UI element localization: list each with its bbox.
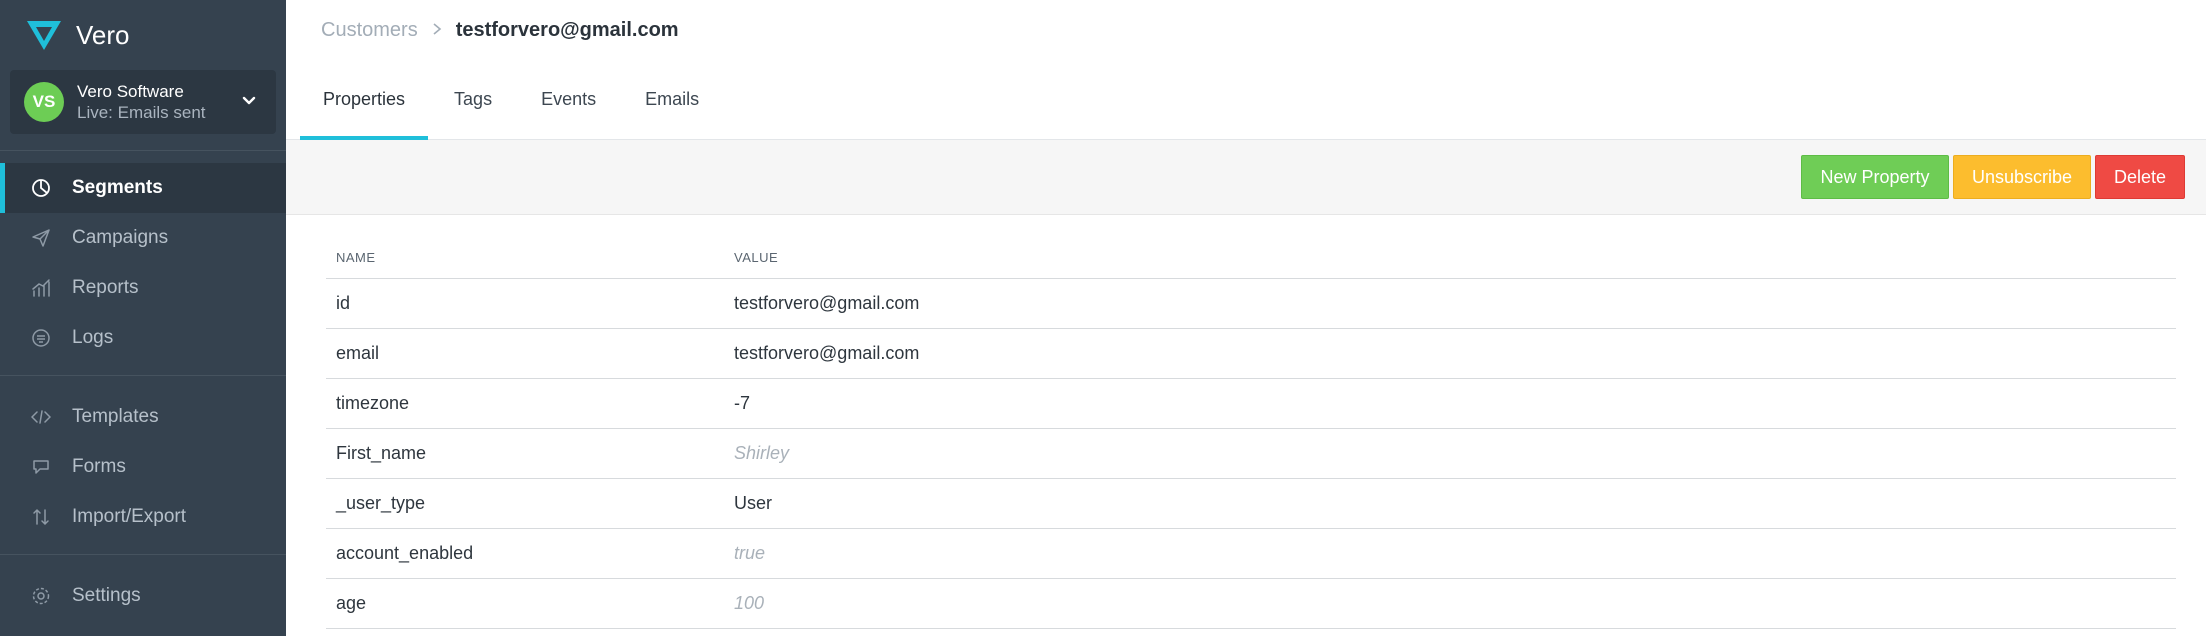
properties-table: NAME VALUE id testforvero@gmail.com emai…: [326, 244, 2176, 629]
sidebar-item-segments[interactable]: Segments: [0, 163, 286, 213]
tab-properties[interactable]: Properties: [300, 59, 429, 140]
sidebar-item-settings[interactable]: Settings: [0, 571, 286, 621]
property-name: First_name: [326, 428, 724, 479]
sidebar-item-campaigns[interactable]: Campaigns: [0, 213, 286, 263]
property-name: _user_type: [326, 478, 724, 529]
breadcrumb: Customers testforvero@gmail.com: [286, 0, 2206, 60]
chat-bubble-icon: [30, 456, 52, 478]
property-name: timezone: [326, 378, 724, 429]
sidebar-item-templates[interactable]: Templates: [0, 392, 286, 442]
brand[interactable]: Vero: [0, 0, 286, 70]
property-value: 100: [724, 578, 2176, 629]
breadcrumb-customers-link[interactable]: Customers: [321, 19, 418, 42]
account-status: Live: Emails sent: [77, 103, 206, 122]
sidebar-item-label: Segments: [72, 177, 163, 198]
sidebar-item-import-export[interactable]: Import/Export: [0, 492, 286, 542]
sidebar-divider: [0, 150, 286, 151]
action-toolbar: New Property Unsubscribe Delete: [286, 140, 2206, 215]
sidebar-item-label: Import/Export: [72, 506, 187, 527]
brand-name: Vero: [76, 19, 130, 50]
property-name: email: [326, 328, 724, 379]
property-value: testforvero@gmail.com: [724, 278, 2176, 329]
column-header-value: VALUE: [724, 244, 2176, 279]
pie-chart-icon: [30, 177, 52, 199]
sidebar-nav-secondary: Templates Forms Import/Export: [0, 392, 286, 542]
sidebar-item-label: Settings: [72, 585, 141, 606]
table-row: id testforvero@gmail.com: [326, 278, 2176, 329]
property-value: User: [724, 478, 2176, 529]
properties-table-container: NAME VALUE id testforvero@gmail.com emai…: [286, 244, 2206, 629]
sidebar-item-forms[interactable]: Forms: [0, 442, 286, 492]
tab-events[interactable]: Events: [518, 59, 619, 139]
sidebar-item-label: Campaigns: [72, 227, 169, 248]
tab-bar: Properties Tags Events Emails: [286, 60, 2206, 140]
property-name: id: [326, 278, 724, 329]
unsubscribe-button[interactable]: Unsubscribe: [1953, 155, 2091, 199]
sidebar-item-label: Logs: [72, 327, 114, 348]
sidebar-nav-settings: Settings: [0, 571, 286, 621]
table-header-row: NAME VALUE: [326, 244, 2176, 279]
sidebar-item-label: Forms: [72, 456, 126, 477]
tab-tags[interactable]: Tags: [431, 59, 515, 139]
delete-button[interactable]: Delete: [2095, 155, 2185, 199]
table-row: _user_type User: [326, 478, 2176, 529]
property-value: true: [724, 528, 2176, 579]
table-body: id testforvero@gmail.com email testforve…: [326, 278, 2176, 629]
main-content: Customers testforvero@gmail.com Properti…: [286, 0, 2206, 636]
sidebar: Vero VS Vero Software Live: Emails sent …: [0, 0, 286, 636]
bar-chart-icon: [30, 277, 52, 299]
avatar: VS: [24, 82, 64, 122]
database-icon: [30, 327, 52, 349]
table-row: First_name Shirley: [326, 428, 2176, 479]
page-title: testforvero@gmail.com: [455, 18, 679, 41]
property-name: age: [326, 578, 724, 629]
table-row: account_enabled true: [326, 528, 2176, 579]
column-header-name: NAME: [326, 244, 724, 279]
code-icon: [30, 406, 52, 428]
property-name: account_enabled: [326, 528, 724, 579]
account-switcher[interactable]: VS Vero Software Live: Emails sent: [10, 70, 276, 134]
sidebar-divider: [0, 375, 286, 376]
sidebar-item-label: Templates: [72, 406, 159, 427]
arrows-updown-icon: [30, 506, 52, 528]
sidebar-nav-primary: Segments Campaigns Reports Logs: [0, 163, 286, 363]
chevron-right-icon: [432, 20, 442, 41]
property-value: testforvero@gmail.com: [724, 328, 2176, 379]
sidebar-item-logs[interactable]: Logs: [0, 313, 286, 363]
sidebar-item-label: Reports: [72, 277, 139, 298]
account-name: Vero Software: [77, 82, 184, 101]
chevron-down-icon[interactable]: [240, 92, 258, 110]
sidebar-item-reports[interactable]: Reports: [0, 263, 286, 313]
new-property-button[interactable]: New Property: [1801, 155, 1949, 199]
table-row: timezone -7: [326, 378, 2176, 429]
table-row: email testforvero@gmail.com: [326, 328, 2176, 379]
gear-icon: [30, 585, 52, 607]
tab-emails[interactable]: Emails: [622, 59, 722, 139]
table-row: age 100: [326, 578, 2176, 629]
paper-plane-icon: [30, 227, 52, 249]
vero-logo-icon: [26, 19, 62, 51]
sidebar-divider: [0, 554, 286, 555]
property-value: -7: [724, 378, 2176, 429]
property-value: Shirley: [724, 428, 2176, 479]
